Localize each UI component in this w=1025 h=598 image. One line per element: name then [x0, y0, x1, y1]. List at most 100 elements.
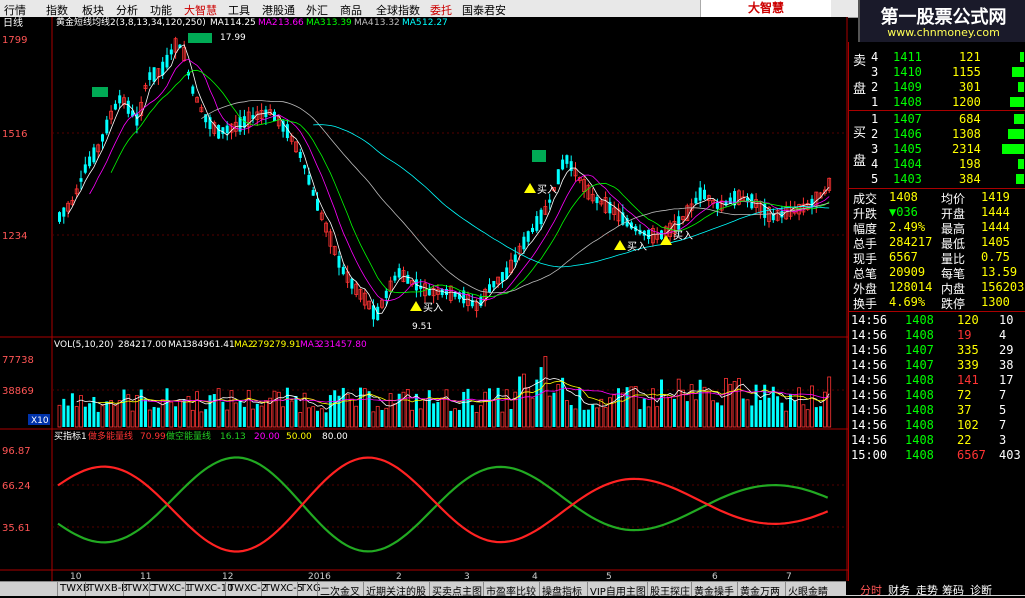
- sell-signal-right: [532, 150, 546, 162]
- tick-row[interactable]: 14:56 1408 120 10: [849, 313, 1025, 328]
- ask-row-1[interactable]: 1 1408 1200: [849, 95, 1025, 110]
- tab-separator: [785, 582, 786, 596]
- volume-bar: [96, 411, 100, 427]
- tick-row[interactable]: 14:56 1407 335 29: [849, 343, 1025, 358]
- formula-tab[interactable]: TWXC-10: [188, 583, 233, 594]
- menu-item-sector[interactable]: 板块: [82, 2, 104, 18]
- stat-value: ▼036: [889, 205, 918, 219]
- volume-bar: [780, 402, 784, 427]
- tick-price: 1407: [905, 358, 934, 372]
- tick-row[interactable]: 14:56 1408 37 5: [849, 403, 1025, 418]
- tab-separator: [737, 582, 738, 596]
- bid-row-3[interactable]: 3 1405 2314: [849, 142, 1025, 157]
- tick-time: 15:00: [851, 448, 888, 462]
- menu-item-dzh[interactable]: 大智慧: [184, 2, 217, 18]
- depth-bar: [1020, 52, 1024, 62]
- volume-multiplier: X10: [31, 416, 49, 426]
- tick-price: 1407: [905, 343, 934, 357]
- osc-line1-label: 做多能量线: [88, 430, 133, 442]
- volume-bar: [819, 406, 823, 427]
- tick-price: 1408: [905, 448, 934, 462]
- tick-volume: 72: [957, 388, 972, 402]
- tick-time: 14:56: [851, 373, 888, 387]
- depth-bar: [1018, 82, 1024, 92]
- menu-item-forex[interactable]: 外汇: [306, 2, 328, 18]
- menu-item-quotes[interactable]: 行情: [4, 2, 26, 18]
- menu-item-hk-connect[interactable]: 港股通: [262, 2, 295, 18]
- stat-value: 1444: [981, 220, 1010, 234]
- menu-item-global-index[interactable]: 全球指数: [376, 2, 420, 18]
- formula-tab[interactable]: 黄金操手: [694, 583, 734, 598]
- period-label[interactable]: 日线: [3, 17, 23, 29]
- site-logo: 第一股票公式网 www.chnmoney.com: [858, 0, 1025, 42]
- volume-bar: [238, 401, 242, 427]
- panel-tab[interactable]: 分时: [860, 582, 882, 598]
- menu-item-tools[interactable]: 工具: [228, 2, 250, 18]
- bid-row-1[interactable]: 1 1407 684: [849, 112, 1025, 127]
- tick-time: 14:56: [851, 358, 888, 372]
- menu-item-function[interactable]: 功能: [150, 2, 172, 18]
- bid-row-2[interactable]: 2 1406 1308: [849, 127, 1025, 142]
- formula-tab[interactable]: 买卖点主图: [432, 583, 482, 598]
- date-tick-6: 6: [712, 572, 718, 581]
- menu-item-analysis[interactable]: 分析: [116, 2, 138, 18]
- tick-row[interactable]: 15:00 1408 6567 403: [849, 448, 1025, 463]
- volume-bar: [814, 407, 818, 427]
- brand-ad[interactable]: 大智慧: [700, 0, 831, 17]
- kline-chart-area[interactable]: 日线 黄金短线均线2(3,8,13,34,120,250) MA1 14.25 …: [0, 17, 848, 581]
- volume-bar: [414, 393, 418, 427]
- tick-count: 7: [999, 388, 1007, 402]
- tick-count: 29: [999, 343, 1014, 357]
- stat-row: 幅度 2.49% 最高 1444: [849, 220, 1025, 236]
- osc-title[interactable]: 买指标1: [54, 430, 87, 442]
- tick-row[interactable]: 14:56 1408 102 7: [849, 418, 1025, 433]
- formula-tab[interactable]: 近期关注的股: [366, 583, 426, 598]
- ask-row-3[interactable]: 3 1410 1155: [849, 65, 1025, 80]
- stat-row: 总手 284217 最低 1405: [849, 235, 1025, 251]
- formula-tab[interactable]: 黄金万两: [740, 583, 780, 598]
- bid-level: 5: [871, 172, 879, 186]
- menu-item-index[interactable]: 指数: [46, 2, 68, 18]
- stat-label: 换手: [853, 297, 878, 311]
- bid-row-5[interactable]: 5 1403 384: [849, 172, 1025, 187]
- formula-tab[interactable]: TWXB-B: [88, 583, 128, 594]
- volume-bar: [328, 395, 332, 427]
- bid-row-4[interactable]: 4 1404 198: [849, 157, 1025, 172]
- menu-item-commodity[interactable]: 商品: [340, 2, 362, 18]
- tick-row[interactable]: 14:56 1408 19 4: [849, 328, 1025, 343]
- divider: [849, 110, 1025, 111]
- formula-tab[interactable]: 市盈率比较: [486, 583, 536, 598]
- date-tick-12: 12: [222, 572, 233, 581]
- volume-title[interactable]: VOL(5,10,20): [54, 340, 113, 350]
- volume-bar: [255, 403, 259, 427]
- candle: [660, 229, 663, 241]
- panel-tab[interactable]: 诊断: [970, 582, 992, 598]
- tick-row[interactable]: 14:56 1408 72 7: [849, 388, 1025, 403]
- formula-tab[interactable]: 操盘指标: [542, 583, 582, 598]
- panel-tab[interactable]: 走势: [916, 582, 938, 598]
- panel-tab[interactable]: 筹码: [942, 582, 964, 598]
- buy-signal-1-label: 买入: [423, 302, 443, 314]
- ask-level: 1: [871, 95, 879, 109]
- ask-row-4[interactable]: 4 1411 121: [849, 50, 1025, 65]
- menu-item-broker[interactable]: 国泰君安: [462, 2, 506, 18]
- formula-tab[interactable]: VIP自用主图: [590, 583, 646, 598]
- formula-tab[interactable]: 火眼金睛: [788, 583, 828, 598]
- panel-tab[interactable]: 财务: [888, 582, 910, 598]
- candle: [217, 124, 221, 140]
- ma3-value: 13.39: [326, 18, 352, 28]
- indicator-label[interactable]: 黄金短线均线2(3,8,13,34,120,250): [56, 17, 206, 28]
- volume-bar: [698, 379, 702, 427]
- formula-tab[interactable]: 二次金叉: [320, 583, 360, 598]
- menu-item-order[interactable]: 委托: [430, 2, 452, 18]
- volume-bar: [449, 410, 453, 427]
- bid-volume: 2314: [952, 142, 981, 156]
- formula-tab[interactable]: TWXC: [126, 583, 155, 594]
- tick-row[interactable]: 14:56 1408 22 3: [849, 433, 1025, 448]
- tick-row[interactable]: 14:56 1408 141 17: [849, 373, 1025, 388]
- ask-row-2[interactable]: 2 1409 301: [849, 80, 1025, 95]
- date-tick-5: 5: [606, 572, 612, 581]
- tick-row[interactable]: 14:56 1407 339 38: [849, 358, 1025, 373]
- formula-tab[interactable]: 股王探庄: [650, 583, 690, 598]
- panel-tab-bar: 分时 财务 走势 筹码 诊断: [846, 581, 1025, 598]
